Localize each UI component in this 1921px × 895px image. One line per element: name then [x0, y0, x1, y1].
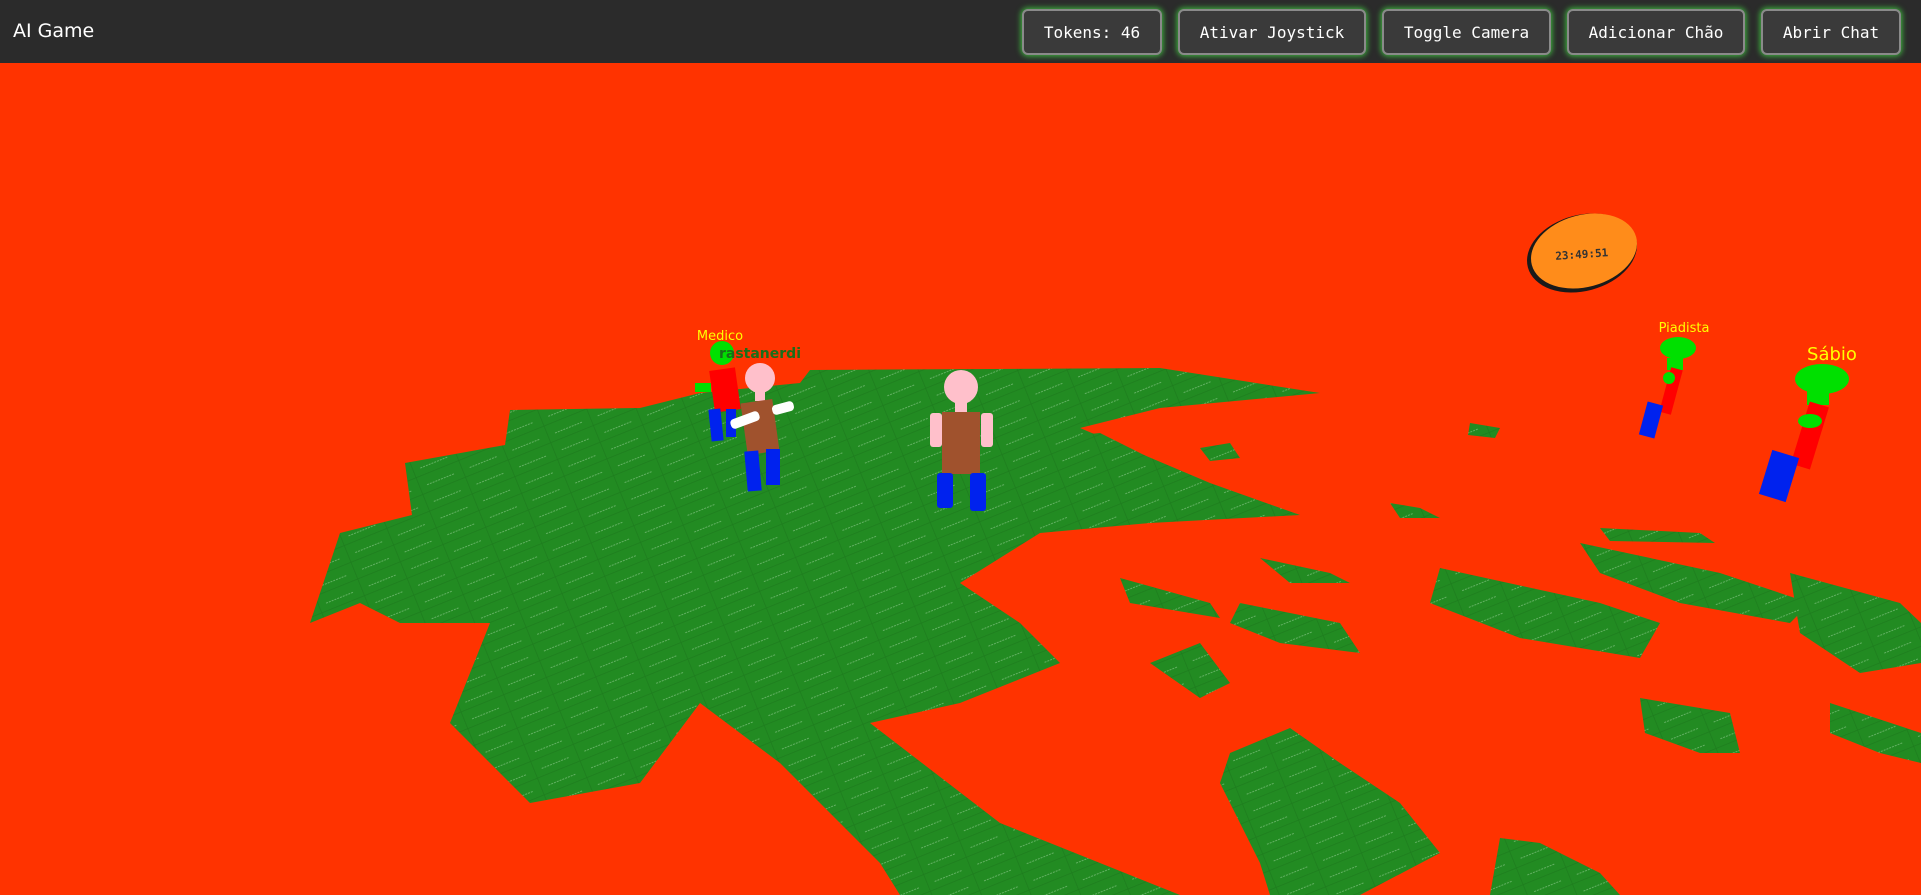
npc-sabio-label: Sábio [1807, 344, 1857, 365]
npc-medico-label: Medico [697, 329, 743, 344]
npc-sabio[interactable] [1758, 364, 1849, 503]
game-canvas[interactable]: 23:49:51 Medico rastanerdi Piadista Sábi… [0, 63, 1921, 895]
activate-joystick-button[interactable]: Ativar Joystick [1178, 9, 1366, 55]
ground-floor [310, 368, 1921, 895]
clock-sign: 23:49:51 [1527, 213, 1637, 293]
open-chat-button[interactable]: Abrir Chat [1761, 9, 1901, 55]
tokens-button[interactable]: Tokens: 46 [1022, 9, 1162, 55]
add-floor-button[interactable]: Adicionar Chão [1567, 9, 1745, 55]
npc-piadista-label: Piadista [1659, 321, 1710, 336]
top-bar: AI Game Tokens: 46 Ativar Joystick Toggl… [0, 0, 1921, 63]
app-title: AI Game [13, 20, 95, 42]
player-name-label: rastanerdi [719, 346, 801, 362]
npc-piadista[interactable] [1638, 337, 1696, 439]
toggle-camera-button[interactable]: Toggle Camera [1382, 9, 1551, 55]
